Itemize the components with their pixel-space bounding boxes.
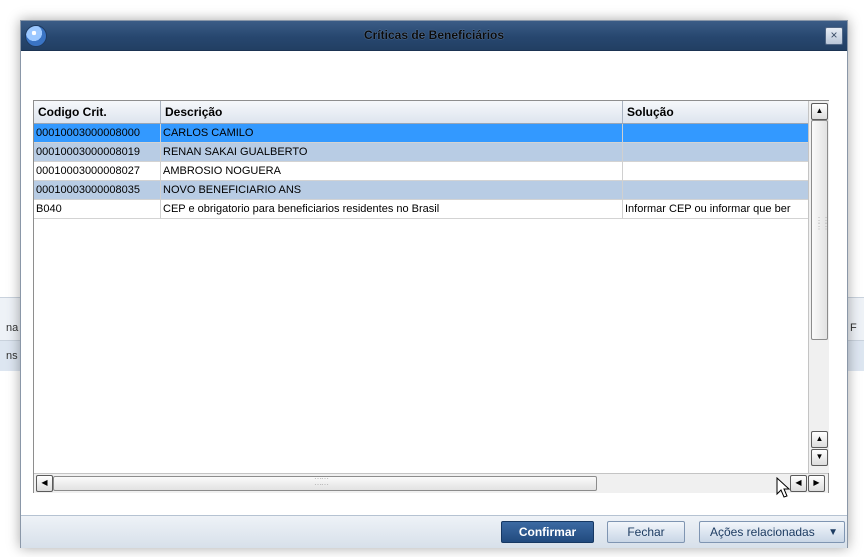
cell-codigo: 00010003000008027 [34,162,161,181]
vertical-scrollbar[interactable]: ▲ ⋮⋮ ⋮⋮ ▲ ▼ [808,101,830,473]
arrow-left-icon[interactable]: ◀ [790,475,807,492]
background-label: F [850,322,857,334]
cell-descricao: CARLOS CAMILO [161,124,623,143]
cell-codigo: B040 [34,200,161,219]
column-header-descricao[interactable]: Descrição [161,101,623,123]
mouse-cursor-icon [776,477,791,498]
arrow-up-icon[interactable]: ▲ [811,103,828,120]
column-header-codigo[interactable]: Codigo Crit. [34,101,161,123]
background-label: ns [6,350,18,362]
grid-header: Codigo Crit. Descrição Solução [34,101,808,124]
background-label: na [6,322,19,334]
arrow-right-icon[interactable]: ▶ [808,475,825,492]
related-actions-label: Ações relacionadas [710,525,815,539]
caret-down-icon: ▼ [828,527,838,538]
dialog-titlebar: Críticas de Beneficiários × [21,21,847,51]
confirm-button[interactable]: Confirmar [501,521,594,543]
table-row[interactable]: 00010003000008027 AMBROSIO NOGUERA [34,162,808,181]
grip-icon: ⋯⋯ ⋯⋯ [314,474,329,489]
cell-codigo: 00010003000008000 [34,124,161,143]
horizontal-scrollbar[interactable]: ◀ ⋯⋯ ⋯⋯ ◀ ▶ [34,473,828,493]
criticas-grid: Codigo Crit. Descrição Solução 000100030… [33,100,830,493]
table-row[interactable]: 00010003000008035 NOVO BENEFICIARIO ANS [34,181,808,200]
criticas-dialog: Críticas de Beneficiários × Codigo Crit.… [20,20,848,548]
dialog-title: Críticas de Beneficiários [363,28,505,42]
arrow-left-icon[interactable]: ◀ [36,475,53,492]
arrow-up-icon[interactable]: ▲ [811,431,828,448]
cell-solucao [623,143,808,162]
cell-codigo: 00010003000008019 [34,143,161,162]
column-header-solucao[interactable]: Solução [623,101,808,123]
arrow-down-icon[interactable]: ▼ [811,449,828,466]
cell-solucao [623,181,808,200]
close-icon[interactable]: × [825,27,843,45]
grip-icon: ⋮⋮ ⋮⋮ [815,216,830,231]
cell-solucao: Informar CEP ou informar que ber [625,203,791,215]
cell-descricao: NOVO BENEFICIARIO ANS [161,181,623,200]
table-row[interactable]: 00010003000008019 RENAN SAKAI GUALBERTO [34,143,808,162]
table-row[interactable]: B040 CEP e obrigatorio para beneficiario… [34,200,808,219]
table-row[interactable]: 00010003000008000 CARLOS CAMILO [34,124,808,143]
cell-descricao: AMBROSIO NOGUERA [161,162,623,181]
close-button[interactable]: Fechar [607,521,685,543]
cell-codigo: 00010003000008035 [34,181,161,200]
cell-solucao [623,124,808,143]
cell-descricao: RENAN SAKAI GUALBERTO [161,143,623,162]
cell-descricao: CEP e obrigatorio para beneficiarios res… [161,200,623,219]
related-actions-button[interactable]: Ações relacionadas ▼ [699,521,845,543]
dialog-footer: Confirmar Fechar Ações relacionadas ▼ [21,515,847,548]
cell-solucao [623,162,808,181]
